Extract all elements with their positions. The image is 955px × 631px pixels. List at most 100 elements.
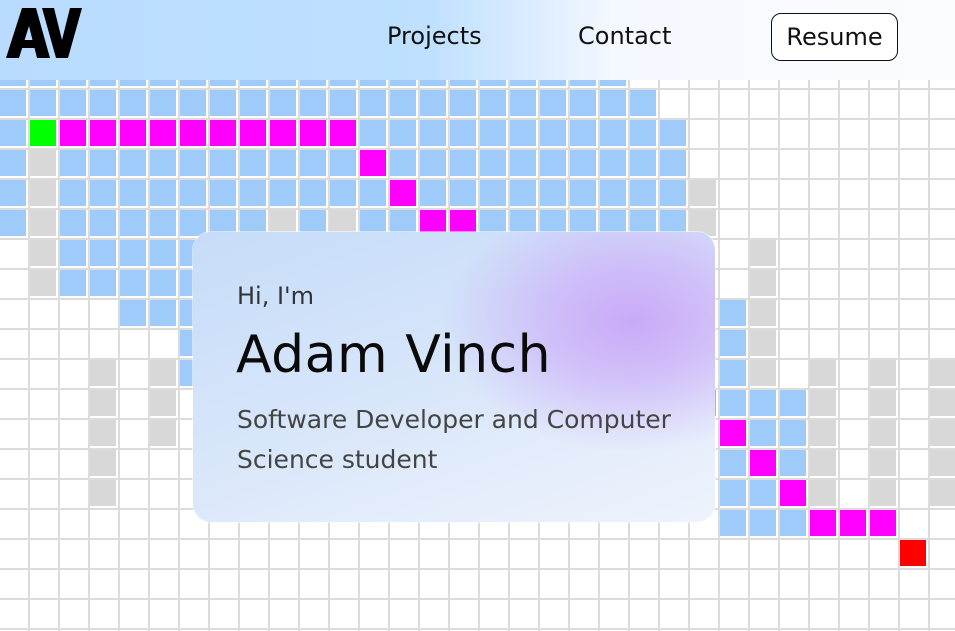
wall-cell[interactable] (148, 358, 176, 386)
visited-cell[interactable] (478, 148, 506, 176)
visited-cell[interactable] (418, 178, 446, 206)
wall-cell[interactable] (28, 238, 56, 266)
visited-cell[interactable] (0, 208, 26, 236)
visited-cell[interactable] (718, 328, 746, 356)
wall-cell[interactable] (28, 178, 56, 206)
visited-cell[interactable] (328, 178, 356, 206)
wall-cell[interactable] (88, 388, 116, 416)
visited-cell[interactable] (418, 148, 446, 176)
visited-cell[interactable] (178, 208, 206, 236)
wall-cell[interactable] (808, 388, 836, 416)
visited-cell[interactable] (748, 418, 776, 446)
visited-cell[interactable] (508, 118, 536, 146)
path-cell[interactable] (148, 118, 176, 146)
visited-cell[interactable] (58, 148, 86, 176)
wall-cell[interactable] (868, 358, 896, 386)
av-logo-icon[interactable] (6, 6, 82, 64)
visited-cell[interactable] (268, 148, 296, 176)
visited-cell[interactable] (118, 88, 146, 116)
visited-cell[interactable] (718, 448, 746, 476)
path-cell[interactable] (268, 118, 296, 146)
visited-cell[interactable] (0, 118, 26, 146)
visited-cell[interactable] (538, 178, 566, 206)
path-cell[interactable] (868, 508, 896, 536)
visited-cell[interactable] (298, 148, 326, 176)
visited-cell[interactable] (628, 88, 656, 116)
path-cell[interactable] (238, 118, 266, 146)
visited-cell[interactable] (58, 88, 86, 116)
visited-cell[interactable] (538, 88, 566, 116)
visited-cell[interactable] (328, 88, 356, 116)
visited-cell[interactable] (238, 178, 266, 206)
wall-cell[interactable] (748, 268, 776, 296)
visited-cell[interactable] (778, 508, 806, 536)
wall-cell[interactable] (148, 418, 176, 446)
visited-cell[interactable] (448, 118, 476, 146)
visited-cell[interactable] (448, 148, 476, 176)
visited-cell[interactable] (358, 118, 386, 146)
wall-cell[interactable] (928, 358, 955, 386)
visited-cell[interactable] (418, 88, 446, 116)
visited-cell[interactable] (568, 118, 596, 146)
visited-cell[interactable] (58, 268, 86, 296)
wall-cell[interactable] (748, 298, 776, 326)
wall-cell[interactable] (928, 448, 955, 476)
wall-cell[interactable] (88, 448, 116, 476)
visited-cell[interactable] (598, 178, 626, 206)
wall-cell[interactable] (868, 418, 896, 446)
visited-cell[interactable] (478, 88, 506, 116)
visited-cell[interactable] (88, 268, 116, 296)
visited-cell[interactable] (148, 268, 176, 296)
visited-cell[interactable] (598, 118, 626, 146)
path-cell[interactable] (58, 118, 86, 146)
path-cell[interactable] (388, 178, 416, 206)
visited-cell[interactable] (658, 148, 686, 176)
wall-cell[interactable] (928, 418, 955, 446)
visited-cell[interactable] (628, 118, 656, 146)
visited-cell[interactable] (658, 178, 686, 206)
visited-cell[interactable] (118, 178, 146, 206)
wall-cell[interactable] (688, 178, 716, 206)
nav-contact-link[interactable]: Contact (578, 22, 671, 50)
visited-cell[interactable] (118, 208, 146, 236)
visited-cell[interactable] (148, 178, 176, 206)
visited-cell[interactable] (628, 148, 656, 176)
wall-cell[interactable] (748, 238, 776, 266)
visited-cell[interactable] (358, 178, 386, 206)
path-cell[interactable] (328, 118, 356, 146)
visited-cell[interactable] (778, 448, 806, 476)
visited-cell[interactable] (118, 268, 146, 296)
wall-cell[interactable] (808, 478, 836, 506)
path-cell[interactable] (358, 148, 386, 176)
visited-cell[interactable] (88, 208, 116, 236)
visited-cell[interactable] (418, 118, 446, 146)
visited-cell[interactable] (0, 88, 26, 116)
wall-cell[interactable] (868, 388, 896, 416)
visited-cell[interactable] (88, 238, 116, 266)
visited-cell[interactable] (358, 88, 386, 116)
visited-cell[interactable] (118, 298, 146, 326)
wall-cell[interactable] (148, 388, 176, 416)
nav-projects-link[interactable]: Projects (387, 22, 482, 50)
visited-cell[interactable] (508, 148, 536, 176)
visited-cell[interactable] (508, 178, 536, 206)
visited-cell[interactable] (118, 238, 146, 266)
wall-cell[interactable] (868, 478, 896, 506)
visited-cell[interactable] (568, 178, 596, 206)
wall-cell[interactable] (28, 268, 56, 296)
visited-cell[interactable] (58, 238, 86, 266)
visited-cell[interactable] (298, 178, 326, 206)
visited-cell[interactable] (298, 88, 326, 116)
visited-cell[interactable] (538, 148, 566, 176)
visited-cell[interactable] (388, 88, 416, 116)
visited-cell[interactable] (208, 88, 236, 116)
wall-cell[interactable] (808, 418, 836, 446)
visited-cell[interactable] (88, 88, 116, 116)
wall-cell[interactable] (28, 208, 56, 236)
visited-cell[interactable] (748, 388, 776, 416)
wall-cell[interactable] (88, 358, 116, 386)
path-cell[interactable] (118, 118, 146, 146)
path-cell[interactable] (748, 448, 776, 476)
visited-cell[interactable] (748, 478, 776, 506)
wall-cell[interactable] (88, 418, 116, 446)
